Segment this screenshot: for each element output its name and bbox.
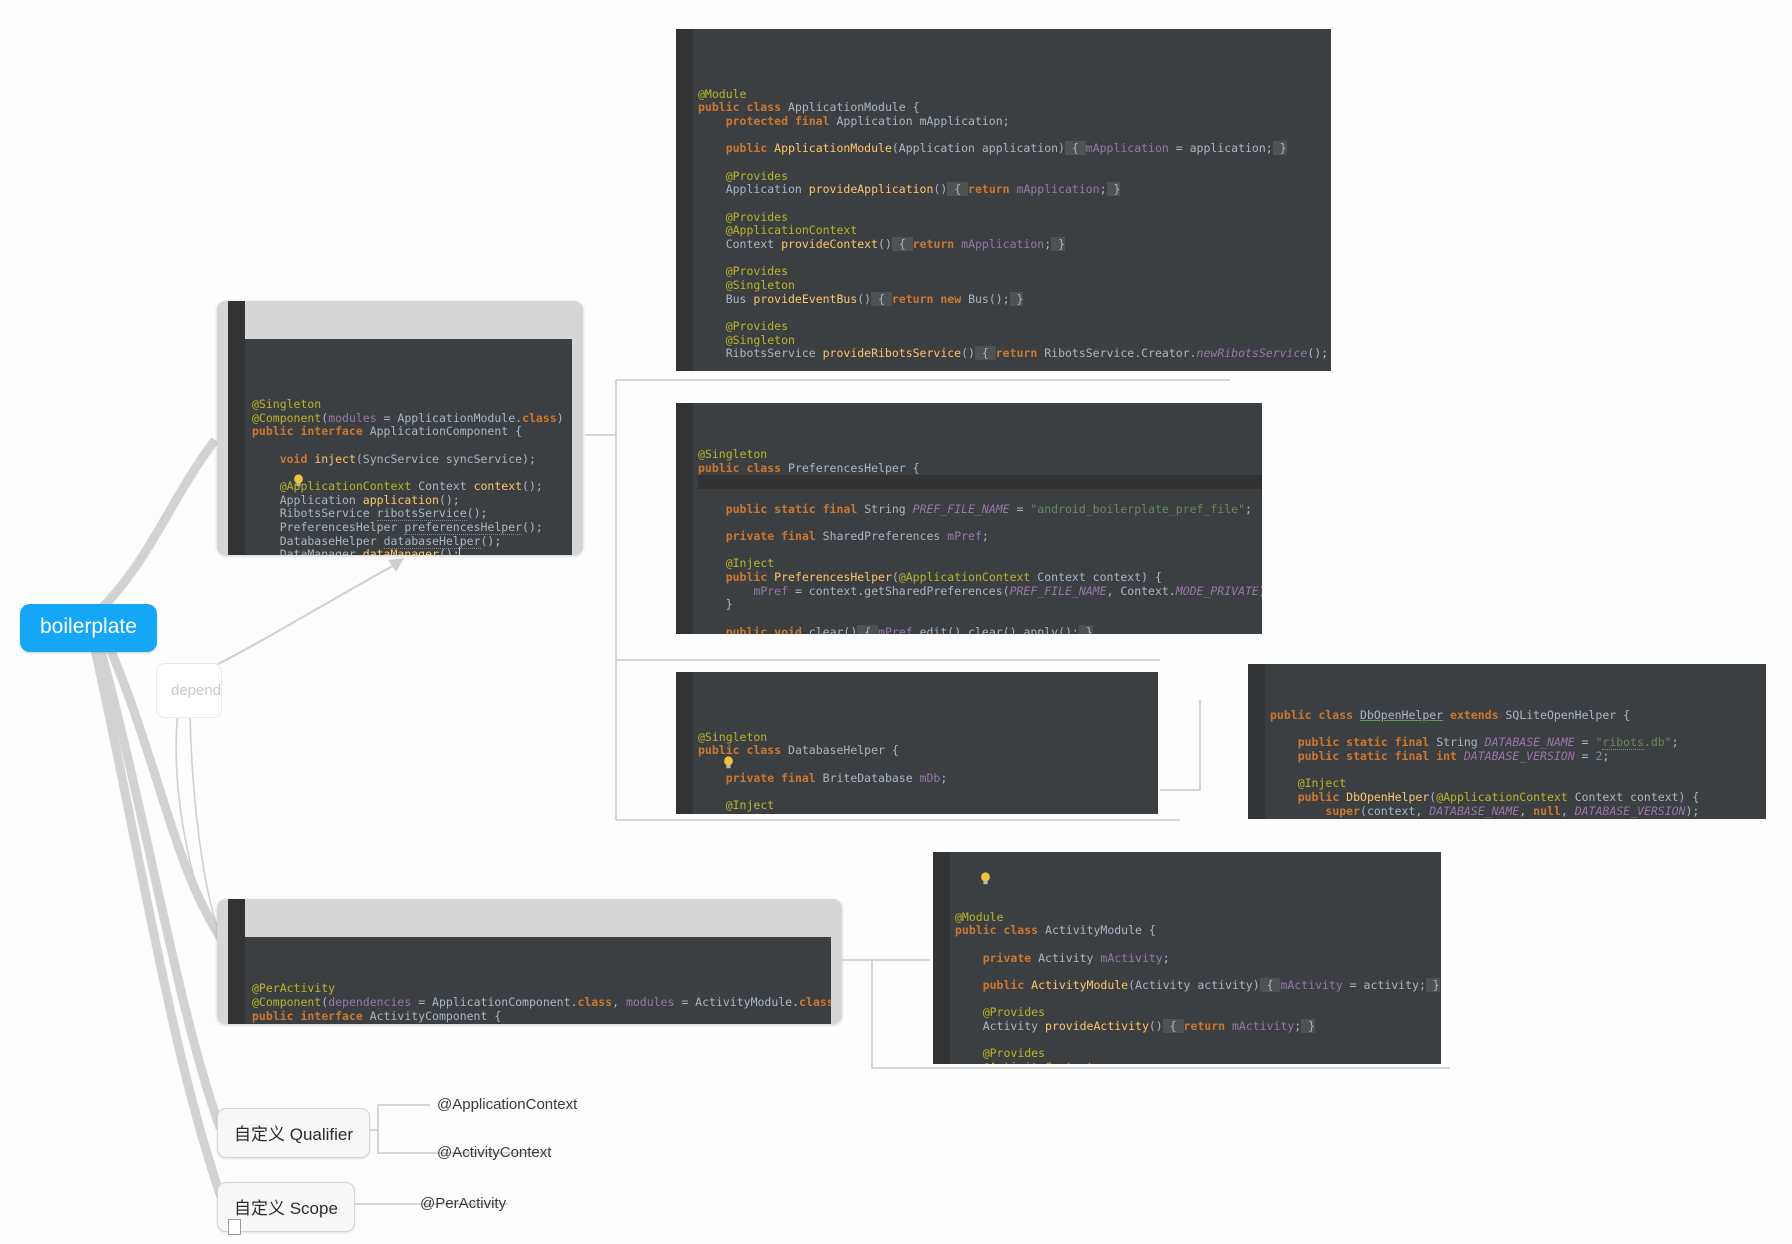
code-panel-database-helper[interactable]: @Singleton public class DatabaseHelper {…	[676, 672, 1158, 814]
code-text-activity-module: @Module public class ActivityModule { pr…	[933, 910, 1441, 1064]
code-text-preferences-helper: @Singleton public class PreferencesHelpe…	[676, 447, 1262, 634]
label-per-activity: @PerActivity	[420, 1195, 507, 1212]
label-application-context: @ApplicationContext	[437, 1096, 578, 1113]
root-node-boilerplate[interactable]: boilerplate	[20, 604, 157, 652]
code-text-database-helper: @Singleton public class DatabaseHelper {…	[698, 729, 1072, 814]
code-panel-application-module[interactable]: — @Module public class ApplicationModule…	[676, 29, 1331, 371]
label-activity-context: @ActivityContext	[437, 1144, 552, 1161]
lightbulb-icon[interactable]	[938, 858, 990, 884]
code-panel-application-component[interactable]: @Singleton @Component(modules = Applicat…	[217, 301, 583, 555]
code-text-db-open-helper: public class DbOpenHelper extends SQLite…	[1270, 708, 1700, 819]
code-panel-activity-component[interactable]: @PerActivity @Component(dependencies = A…	[217, 899, 842, 1024]
code-panel-preferences-helper[interactable]: @Singleton public class PreferencesHelpe…	[676, 403, 1262, 634]
node-custom-qualifier[interactable]: 自定义 Qualifier	[217, 1108, 371, 1158]
node-depend[interactable]: depend	[156, 663, 222, 718]
document-icon	[228, 1219, 241, 1235]
code-text-activity-component: @PerActivity @Component(dependencies = A…	[252, 981, 831, 1023]
code-text-application-module: @Module public class ApplicationModule {…	[698, 86, 1329, 361]
code-panel-db-open-helper[interactable]: public class DbOpenHelper extends SQLite…	[1248, 664, 1766, 819]
code-text-application-component: @Singleton @Component(modules = Applicat…	[228, 397, 572, 555]
mindmap-canvas: boilerplate depend — @Module public clas…	[0, 0, 1792, 1244]
code-panel-activity-module[interactable]: @Module public class ActivityModule { pr…	[933, 852, 1441, 1064]
